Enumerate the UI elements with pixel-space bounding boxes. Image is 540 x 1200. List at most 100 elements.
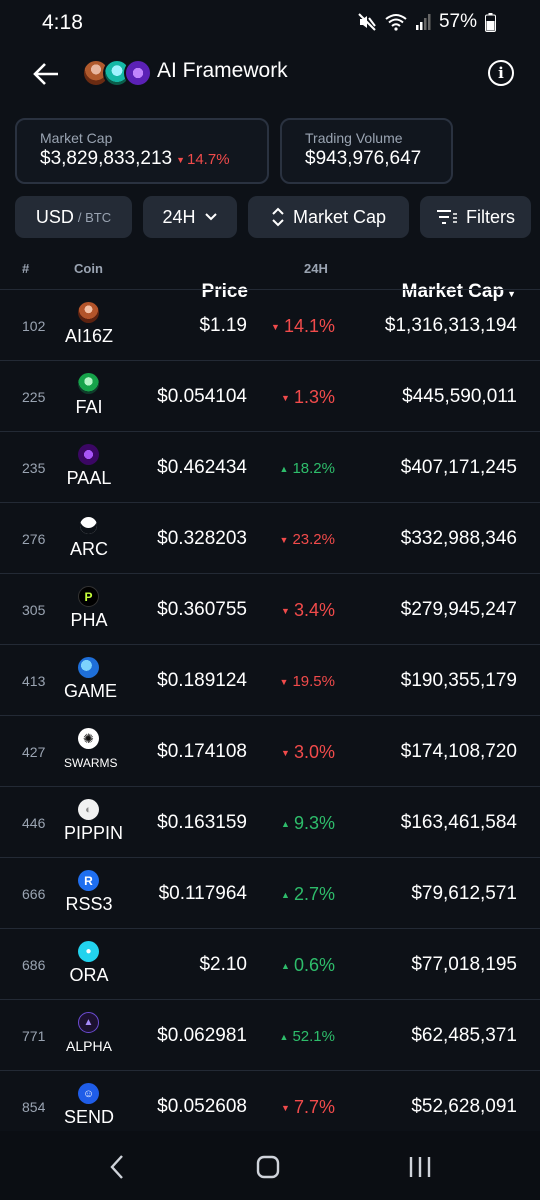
trading-volume-label: Trading Volume — [305, 130, 403, 146]
rss3-glyph: R — [84, 873, 93, 888]
row-rank: 225 — [22, 389, 46, 405]
table-row[interactable]: 225 FAI $0.054104 ▼ 1.3% $445,590,011 — [0, 360, 540, 431]
row-change-value: 3.4% — [293, 600, 335, 620]
market-cap-card: Market Cap $3,829,833,213 ▼ 14.7% — [15, 118, 269, 184]
currency-primary: USD — [35, 206, 74, 227]
row-symbol: SEND — [64, 1107, 115, 1127]
row-price: $0.328203 — [157, 528, 247, 549]
coin-column-header[interactable]: Coin — [74, 261, 103, 276]
row-price: $0.189124 — [157, 670, 247, 691]
market-cap-label: Market Cap — [40, 130, 113, 146]
ora-icon: ● — [78, 941, 99, 962]
row-rank: 446 — [22, 815, 46, 831]
down-triangle-icon: ▼ — [279, 677, 289, 688]
table-row[interactable]: 413 GAME $0.189124 ▼ 19.5% $190,355,179 — [0, 644, 540, 715]
row-market-cap: $190,355,179 — [400, 670, 517, 691]
row-change-value: 0.6% — [293, 955, 335, 975]
row-market-cap: $174,108,720 — [400, 741, 517, 762]
row-rank: 686 — [22, 957, 46, 973]
table-row[interactable]: 686 ● ORA $2.10 ▲ 0.6% $77,018,195 — [0, 928, 540, 999]
row-market-cap: $62,485,371 — [411, 1025, 517, 1046]
filter-icon — [437, 210, 457, 224]
row-change-value: 1.3% — [293, 387, 335, 407]
row-price: $0.052608 — [157, 1096, 247, 1117]
rank-column-header[interactable]: # — [22, 261, 29, 276]
send-glyph: ☺ — [82, 1087, 95, 1100]
row-change: ▼ 23.2% — [265, 531, 335, 548]
row-rank: 235 — [22, 460, 46, 476]
system-nav-bar — [0, 1131, 540, 1200]
row-market-cap: $279,945,247 — [400, 599, 517, 620]
row-change-value: 18.2% — [292, 460, 335, 477]
table-row[interactable]: 235 PAAL $0.462434 ▲ 18.2% $407,171,245 — [0, 431, 540, 502]
trading-volume-value: $943,976,647 — [305, 148, 422, 169]
table-row[interactable]: 102 AI16Z $1.19 ▼ 14.1% $1,316,313,194 — [0, 289, 540, 360]
nav-back-icon[interactable] — [98, 1151, 138, 1183]
row-rank: 666 — [22, 886, 46, 902]
sort-button[interactable]: Market Cap — [248, 196, 409, 238]
table-row[interactable]: 427 ✺ SWARMS $0.174108 ▼ 3.0% $174,108,72… — [0, 715, 540, 786]
nav-recent-apps-icon[interactable] — [400, 1151, 440, 1183]
row-price: $0.360755 — [157, 599, 247, 620]
currency-toggle-button[interactable]: USD / BTC — [15, 196, 132, 238]
sort-arrows-icon — [272, 207, 284, 227]
down-triangle-icon: ▼ — [281, 393, 290, 404]
paal-icon — [78, 444, 99, 465]
row-change: ▼ 19.5% — [265, 673, 335, 690]
table-header: # Coin Price 24H Market Cap ▼ — [0, 256, 540, 302]
swarms-icon: ✺ — [78, 728, 99, 749]
row-change-value: 14.1% — [283, 316, 335, 336]
pippin-glyph: ◐ — [85, 803, 92, 816]
down-triangle-icon: ▼ — [176, 155, 185, 166]
arc-icon — [78, 515, 99, 536]
down-triangle-icon: ▼ — [281, 606, 290, 617]
table-row[interactable]: 666 R RSS3 $0.117964 ▲ 2.7% $79,612,571 — [0, 857, 540, 928]
mute-icon — [357, 12, 377, 32]
row-market-cap: $77,018,195 — [411, 954, 517, 975]
row-symbol: RSS3 — [65, 894, 113, 914]
row-symbol: GAME — [64, 681, 118, 701]
send-icon: ☺ — [78, 1083, 99, 1104]
page-title: AI Framework — [157, 59, 288, 82]
row-symbol: FAI — [75, 397, 103, 417]
status-time: 4:18 — [42, 11, 83, 34]
up-triangle-icon: ▲ — [281, 819, 290, 830]
row-change: ▲ 2.7% — [265, 884, 335, 905]
row-symbol: SWARMS — [64, 756, 118, 770]
market-cap-value-line: $3,829,833,213 ▼ 14.7% — [40, 148, 267, 170]
row-price: $1.19 — [199, 315, 247, 336]
status-bar: 4:18 57% — [0, 0, 540, 46]
change-column-header[interactable]: 24H — [304, 261, 328, 276]
table-row[interactable]: 276 ARC $0.328203 ▼ 23.2% $332,988,346 — [0, 502, 540, 573]
row-rank: 771 — [22, 1028, 46, 1044]
filters-button[interactable]: Filters — [420, 196, 531, 238]
row-change: ▼ 1.3% — [265, 387, 335, 408]
nav-home-icon[interactable] — [248, 1151, 288, 1183]
battery-text: 57% — [438, 11, 477, 32]
table-row[interactable]: 305 P PHA $0.360755 ▼ 3.4% $279,945,247 — [0, 573, 540, 644]
row-change-value: 19.5% — [292, 673, 335, 690]
signal-icon — [415, 13, 431, 31]
table-row[interactable]: 771 ▲ ALPHA $0.062981 ▲ 52.1% $62,485,371 — [0, 999, 540, 1070]
row-market-cap: $163,461,584 — [400, 812, 517, 833]
row-price: $0.054104 — [157, 386, 247, 407]
up-triangle-icon: ▲ — [281, 890, 290, 901]
row-rank: 102 — [22, 318, 46, 334]
row-price: $0.163159 — [157, 812, 247, 833]
rss3-icon: R — [78, 870, 99, 891]
row-rank: 854 — [22, 1099, 46, 1115]
row-change: ▲ 9.3% — [265, 813, 335, 834]
row-symbol: ARC — [69, 539, 108, 559]
row-rank: 276 — [22, 531, 46, 547]
trading-volume-card: Trading Volume $943,976,647 — [280, 118, 453, 184]
row-change-value: 2.7% — [293, 884, 335, 904]
market-cap-change-value: 14.7% — [187, 151, 230, 168]
info-icon[interactable]: i — [488, 60, 514, 86]
wifi-icon — [385, 13, 407, 31]
back-arrow-icon[interactable] — [30, 58, 62, 90]
up-triangle-icon: ▲ — [281, 961, 290, 972]
time-range-dropdown[interactable]: 24H — [143, 196, 237, 238]
row-change-value: 3.0% — [293, 742, 335, 762]
table-row[interactable]: 446 ◐ PIPPIN $0.163159 ▲ 9.3% $163,461,58… — [0, 786, 540, 857]
sort-label: Market Cap — [292, 206, 387, 227]
